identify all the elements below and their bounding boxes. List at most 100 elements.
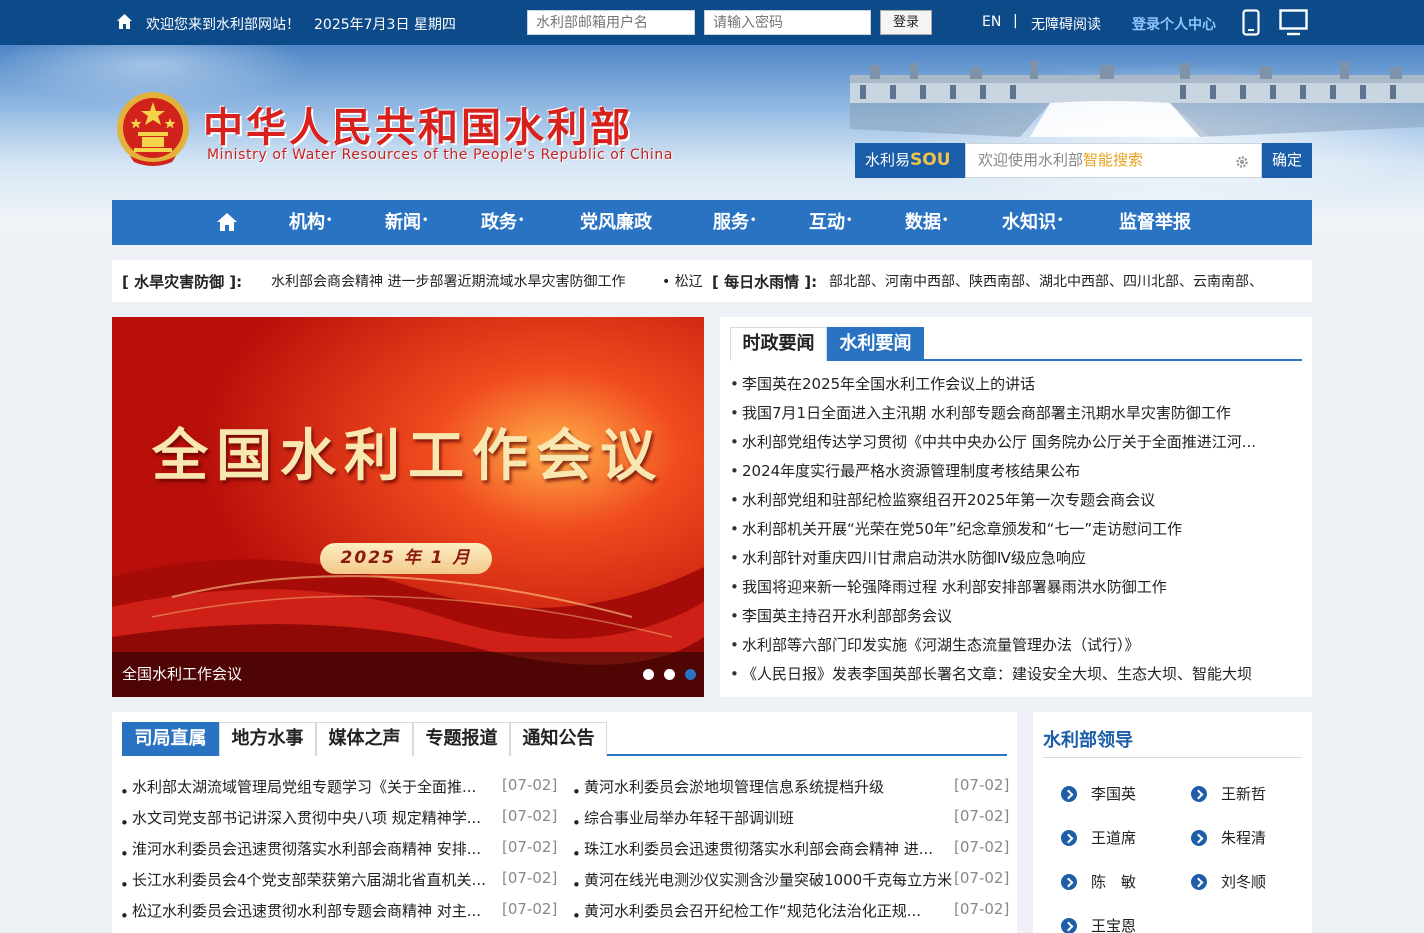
- news-ticker: [ 水旱灾害防御 ]: 水利部会商会精神 进一步部署近期流域水旱灾害防御工作 •…: [112, 260, 1312, 302]
- list-item-date: [07-02]: [954, 776, 1010, 794]
- tab-notices[interactable]: 通知公告: [510, 722, 607, 756]
- tab-political-news[interactable]: 时政要闻: [730, 327, 827, 361]
- mobile-icon[interactable]: [1242, 9, 1260, 36]
- site-title: 中华人民共和国水利部: [203, 104, 633, 151]
- tab-local-water[interactable]: 地方水事: [219, 722, 316, 756]
- password-input[interactable]: [704, 10, 871, 35]
- accessibility-link[interactable]: 无障碍阅读: [1031, 14, 1101, 34]
- nav-item-report[interactable]: 监督举报: [1119, 200, 1191, 245]
- search-placeholder-prefix: 欢迎使用水利部: [978, 151, 1084, 169]
- list-item-title: 黄河在线光电测沙仪实测含沙量突破1000千克每立方米: [584, 871, 952, 889]
- personal-center-link[interactable]: 登录个人中心: [1132, 14, 1216, 34]
- list-item-date: [07-02]: [954, 807, 1010, 825]
- bureau-tabs: 司局直属 地方水事 媒体之声 专题报道 通知公告: [122, 722, 1007, 756]
- carousel-caption[interactable]: 全国水利工作会议: [112, 652, 704, 697]
- news-item[interactable]: 《人民日报》发表李国英部长署名文章：建设安全大坝、生态大坝、智能大坝: [730, 663, 1300, 692]
- list-item[interactable]: 长江水利委员会4个党支部荣获第六届湖北省直机关... [07-02]: [120, 869, 558, 900]
- leader-name: 王宝恩: [1091, 917, 1137, 933]
- list-item-date: [07-02]: [954, 838, 1010, 856]
- nav-label: 互动: [809, 212, 845, 233]
- list-item[interactable]: 黄河在线光电测沙仪实测含沙量突破1000千克每立方米[07-02]: [572, 869, 1010, 900]
- nav-label: 政务: [481, 212, 517, 233]
- nav-item-water-knowledge[interactable]: 水知识•: [1002, 200, 1063, 245]
- desktop-icon[interactable]: [1279, 9, 1308, 36]
- news-item[interactable]: 水利部党组传达学习贯彻《中共中央办公厅 国务院办公厅关于全面推进江河...: [730, 431, 1300, 460]
- tab-media[interactable]: 媒体之声: [316, 722, 413, 756]
- leader-link[interactable]: 王道席: [1061, 827, 1136, 848]
- news-item[interactable]: 水利部机关开展“光荣在党50年”纪念章颁发和“七一”走访慰问工作: [730, 518, 1300, 547]
- search-input[interactable]: 欢迎使用水利部智能搜索: [965, 143, 1262, 178]
- arrow-circle-icon: [1191, 874, 1207, 890]
- nav-label: 机构: [289, 212, 325, 233]
- list-item[interactable]: 水文司党支部书记讲深入贯彻中央八项 规定精神学... [07-02]: [120, 807, 558, 838]
- news-item[interactable]: 李国英主持召开水利部部务会议: [730, 605, 1300, 634]
- news-item[interactable]: 2024年度实行最严格水资源管理制度考核结果公布: [730, 460, 1300, 489]
- leader-link[interactable]: 李国英: [1061, 783, 1136, 804]
- arrow-circle-icon: [1191, 830, 1207, 846]
- list-item[interactable]: 黄河水利委员会淤地坝管理信息系统提档升级 [07-02]: [572, 776, 1010, 807]
- leader-name: 陈 敏: [1091, 873, 1137, 891]
- dropdown-mark: •: [942, 215, 949, 226]
- login-button[interactable]: 登录: [880, 10, 932, 35]
- list-item[interactable]: 黄河水利委员会召开纪检工作“规范化法治化正规... [07-02]: [572, 900, 1010, 931]
- news-list: 李国英在2025年全国水利工作会议上的讲话 我国7月1日全面进入主汛期 水利部专…: [730, 373, 1300, 692]
- carousel-dot-2[interactable]: [664, 669, 675, 680]
- tab-special-reports[interactable]: 专题报道: [413, 722, 510, 756]
- nav-item-services[interactable]: 服务•: [713, 200, 756, 245]
- nav-label: 服务: [713, 212, 749, 233]
- dropdown-mark: •: [422, 215, 429, 226]
- search-submit-button[interactable]: 确定: [1262, 143, 1312, 178]
- list-item[interactable]: 综合事业局举办年轻干部调训班 [07-02]: [572, 807, 1010, 838]
- tab-bureau-direct[interactable]: 司局直属: [122, 722, 219, 756]
- settings-icon[interactable]: [1235, 155, 1249, 169]
- arrow-circle-icon: [1061, 918, 1077, 933]
- national-emblem: [117, 92, 189, 166]
- leader-name: 王新哲: [1221, 785, 1267, 803]
- list-item[interactable]: 水利部太湖流域管理局党组专题学习《关于全面推... [07-02]: [120, 776, 558, 807]
- leader-name: 王道席: [1091, 829, 1137, 847]
- news-item[interactable]: 水利部等六部门印发实施《河湖生态流量管理办法（试行）》: [730, 634, 1300, 663]
- list-item[interactable]: 珠江水利委员会迅速贯彻落实水利部会商会精神 进... [07-02]: [572, 838, 1010, 869]
- search-brand: 水利易SOU: [855, 143, 965, 178]
- news-item[interactable]: 我国将迎来新一轮强降雨过程 水利部安排部署暴雨洪水防御工作: [730, 576, 1300, 605]
- news-item[interactable]: 水利部党组和驻部纪检监察组召开2025年第一次专题会商会议: [730, 489, 1300, 518]
- carousel-dot-3[interactable]: [685, 669, 696, 680]
- list-item-date: [07-02]: [502, 776, 558, 794]
- ticker-link-rainfall[interactable]: 部北部、河南中西部、陕西南部、湖北中西部、四川北部、云南南部、: [829, 271, 1299, 291]
- feature-carousel[interactable]: 全国水利工作会议 2025 年 1 月 全国水利工作会议: [112, 317, 704, 697]
- english-link[interactable]: EN: [982, 14, 1001, 30]
- nav-item-integrity[interactable]: 党风廉政: [580, 200, 652, 245]
- nav-item-data[interactable]: 数据•: [905, 200, 948, 245]
- carousel-dot-1[interactable]: [643, 669, 654, 680]
- nav-label: 数据: [905, 212, 941, 233]
- ticker-link-flood[interactable]: 水利部会商会精神 进一步部署近期流域水旱灾害防御工作: [271, 271, 677, 291]
- username-input[interactable]: [527, 10, 695, 35]
- nav-home-icon[interactable]: [216, 212, 238, 232]
- leader-link[interactable]: 王宝恩: [1061, 915, 1136, 933]
- list-item-date: [07-02]: [502, 869, 558, 887]
- list-item-date: [07-02]: [502, 807, 558, 825]
- leader-link[interactable]: 王新哲: [1191, 783, 1266, 804]
- home-icon[interactable]: [116, 13, 133, 30]
- arrow-circle-icon: [1061, 830, 1077, 846]
- news-item[interactable]: 我国7月1日全面进入主汛期 水利部专题会商部署主汛期水旱灾害防御工作: [730, 402, 1300, 431]
- nav-label: 党风廉政: [580, 212, 652, 233]
- leader-name: 李国英: [1091, 785, 1137, 803]
- nav-item-org[interactable]: 机构•: [289, 200, 332, 245]
- leader-name: 朱程清: [1221, 829, 1267, 847]
- news-item[interactable]: 李国英在2025年全国水利工作会议上的讲话: [730, 373, 1300, 402]
- leader-link[interactable]: 朱程清: [1191, 827, 1266, 848]
- news-item[interactable]: 水利部针对重庆四川甘肃启动洪水防御Ⅳ级应急响应: [730, 547, 1300, 576]
- leader-link[interactable]: 陈 敏: [1061, 871, 1136, 892]
- tab-water-news[interactable]: 水利要闻: [827, 327, 924, 361]
- nav-item-interaction[interactable]: 互动•: [809, 200, 852, 245]
- list-item[interactable]: 淮河水利委员会迅速贯彻落实水利部会商精神 安排... [07-02]: [120, 838, 558, 869]
- nav-item-gov-affairs[interactable]: 政务•: [481, 200, 524, 245]
- leader-link[interactable]: 刘冬顺: [1191, 871, 1266, 892]
- list-item[interactable]: 松辽水利委员会迅速贯彻水利部专题会商精神 对主... [07-02]: [120, 900, 558, 931]
- list-item-title: 珠江水利委员会迅速贯彻落实水利部会商会精神 进...: [584, 840, 934, 858]
- list-item-title: 松辽水利委员会迅速贯彻水利部专题会商精神 对主...: [132, 902, 482, 920]
- welcome-message: 欢迎您来到水利部网站！ 2025年7月3日 星期四: [146, 14, 470, 34]
- nav-item-news[interactable]: 新闻•: [385, 200, 428, 245]
- ticker-link-flood-next[interactable]: • 松辽: [662, 271, 704, 291]
